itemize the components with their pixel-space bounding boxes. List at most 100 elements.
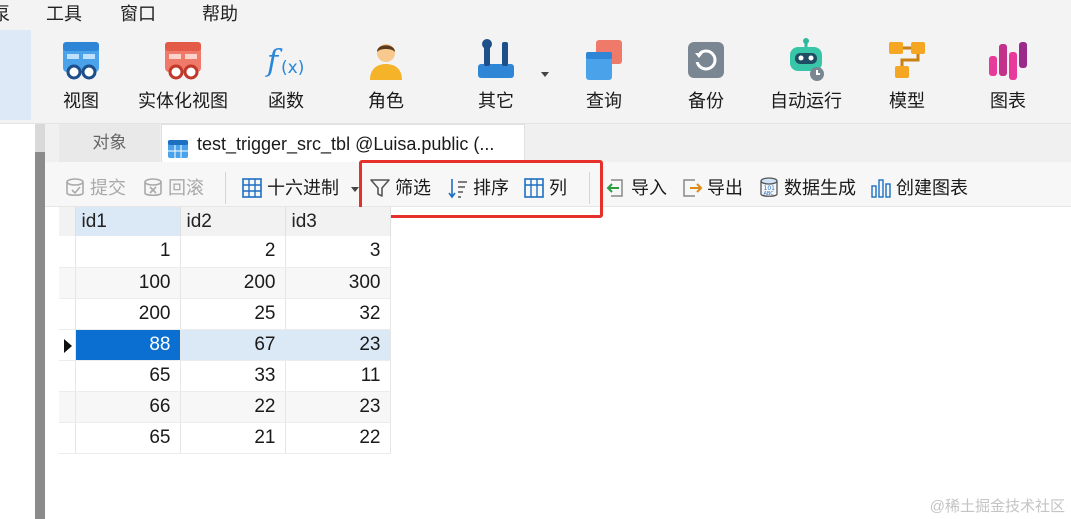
robot-icon [784,38,828,82]
ribbon-role-label: 角色 [368,91,404,111]
row-indicator-header [59,207,76,236]
current-row-arrow-icon [64,338,72,353]
vertical-scrollbar[interactable] [35,152,45,519]
ribbon-role-button[interactable]: 角色 [360,38,412,112]
data-grid[interactable]: id1 id2 id3 1 2 3 100 200 300 200 25 32 … [59,207,391,454]
chart-icon [986,38,1030,82]
column-header-id2[interactable]: id2 [180,207,286,236]
import-icon [605,177,627,199]
cell-id3[interactable]: 32 [285,298,391,330]
cell-id3[interactable]: 22 [285,422,391,454]
hex-label: 十六进制 [267,178,339,198]
export-button[interactable]: 导出 [681,176,747,200]
row-indicator [59,267,76,299]
create-chart-button[interactable]: 创建图表 [870,176,974,200]
commit-button[interactable]: 提交 [64,176,132,200]
table-row[interactable]: 66 22 23 [59,391,391,423]
export-label: 导出 [707,178,743,198]
ribbon-materialized-view-label: 实体化视图 [138,91,228,111]
chart-icon [870,177,892,199]
table-icon [167,134,189,158]
watermark: @稀土掘金技术社区 [929,498,1065,515]
table-row[interactable]: 65 33 11 [59,360,391,392]
cell-id1[interactable]: 66 [75,391,181,423]
data-generation-button[interactable]: 101 ABC 数据生成 [758,176,860,200]
ribbon-materialized-view-button[interactable]: 实体化视图 [135,38,231,112]
cell-id3[interactable]: 23 [285,329,391,361]
ribbon-query-button[interactable]: 查询 [578,38,630,112]
svg-text:ABC: ABC [764,191,775,197]
cell-id2[interactable]: 25 [180,298,286,330]
cell-id2[interactable]: 22 [180,391,286,423]
svg-text:(x): (x) [281,58,304,78]
grid-icon [241,177,263,199]
data-generation-label: 数据生成 [784,178,856,198]
ribbon-query-label: 查询 [586,91,622,111]
export-icon [681,177,703,199]
menu-item-window[interactable]: 窗口 [120,2,156,26]
ribbon-backup-button[interactable]: 备份 [680,38,732,112]
ribbon-backup-label: 备份 [688,91,724,111]
import-button[interactable]: 导入 [605,176,671,200]
query-icon [582,38,626,82]
tab-table-data[interactable]: test_trigger_src_tbl @Luisa.public (... [161,124,525,162]
model-icon [885,38,929,82]
other-dropdown-icon[interactable] [541,72,549,77]
object-tree-pane[interactable] [0,124,35,519]
function-icon: f (x) [264,38,308,82]
row-indicator [59,329,76,361]
cell-id3[interactable]: 23 [285,391,391,423]
cell-id2[interactable]: 33 [180,360,286,392]
rollback-button[interactable]: 回滚 [142,176,210,200]
cell-id1[interactable]: 65 [75,360,181,392]
row-indicator [59,236,76,268]
import-label: 导入 [631,178,667,198]
cell-id3[interactable]: 3 [285,236,391,268]
column-header-id1[interactable]: id1 [75,207,181,236]
ribbon-other-button[interactable]: 其它 [470,38,522,112]
ribbon-model-button[interactable]: 模型 [881,38,933,112]
table-row[interactable]: 65 21 22 [59,422,391,454]
menu-item-help[interactable]: 帮助 [202,2,238,26]
row-indicator [59,298,76,330]
view-icon [59,38,103,82]
table-row[interactable]: 100 200 300 [59,267,391,299]
cell-id1[interactable]: 88 [75,329,181,361]
ribbon-chart-button[interactable]: 图表 [982,38,1034,112]
menu-item-tools[interactable]: 工具 [46,2,82,26]
menu-item-partial[interactable]: 泵 [0,2,10,26]
hex-button[interactable]: 十六进制 [241,176,343,200]
cell-id3[interactable]: 11 [285,360,391,392]
ribbon-view-button[interactable]: 视图 [55,38,107,112]
commit-label: 提交 [90,178,126,198]
cell-id3[interactable]: 300 [285,267,391,299]
ribbon-automation-label: 自动运行 [770,91,842,111]
data-generation-icon: 101 ABC [758,177,780,199]
commit-icon [64,177,86,199]
cell-id1[interactable]: 65 [75,422,181,454]
ribbon-model-label: 模型 [889,91,925,111]
create-chart-label: 创建图表 [896,178,968,198]
column-header-id3[interactable]: id3 [285,207,391,236]
ribbon-chart-label: 图表 [990,91,1026,111]
table-row[interactable]: 1 2 3 [59,236,391,268]
role-icon [364,38,408,82]
tools-icon [474,38,518,82]
ribbon-function-button[interactable]: f (x) 函数 [260,38,312,112]
cell-id2[interactable]: 2 [180,236,286,268]
tab-objects[interactable]: 对象 [59,124,160,162]
cell-id2[interactable]: 200 [180,267,286,299]
table-row[interactable]: 200 25 32 [59,298,391,330]
cell-id1[interactable]: 200 [75,298,181,330]
menu-bar: 泵 工具 窗口 帮助 [0,0,1071,30]
cell-id2[interactable]: 21 [180,422,286,454]
table-row-selected[interactable]: 88 67 23 [59,329,391,361]
cell-id1[interactable]: 100 [75,267,181,299]
ribbon-function-label: 函数 [268,91,304,111]
cell-id2[interactable]: 67 [180,329,286,361]
ribbon-automation-button[interactable]: 自动运行 [766,38,846,112]
hex-dropdown-icon[interactable] [351,187,359,192]
cell-id1[interactable]: 1 [75,236,181,268]
navigation-pane-header [0,30,31,120]
scrollbar-track [35,124,45,152]
